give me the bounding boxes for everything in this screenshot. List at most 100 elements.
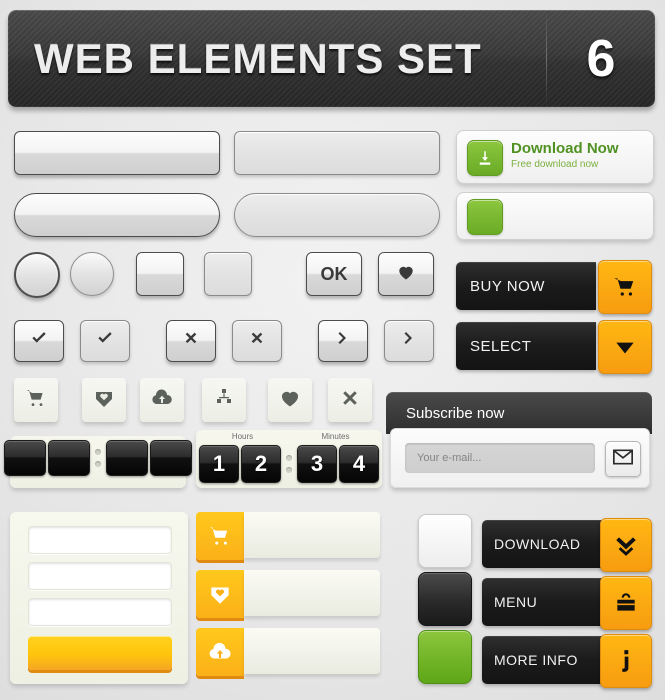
chevron-right-icon [400,329,418,353]
icon-tile-close[interactable] [328,378,372,422]
flip-counter-time: Hours Minutes 1 2 3 4 [196,430,382,488]
download-action-button[interactable]: DOWNLOAD [482,518,652,572]
form-field-1[interactable] [28,526,172,554]
subscribe-panel: Subscribe now Your e-mail... [386,392,652,488]
colon-separator [286,455,292,473]
orange-bar-cart[interactable] [196,512,380,560]
radio-button-glossy[interactable] [14,252,60,298]
close-button-glossy[interactable] [166,320,216,362]
checkbox-empty-glossy[interactable] [136,252,184,296]
basket-icon[interactable] [600,576,652,630]
orange-bar-body [244,512,380,558]
download-bar-empty[interactable] [456,192,654,240]
flip-digit [4,440,46,476]
cart-icon[interactable] [598,260,652,314]
checkbox-empty-matte[interactable] [204,252,252,296]
minutes-label: Minutes [321,432,350,441]
swatch-black[interactable] [418,572,472,626]
more-info-action-button[interactable]: MORE INFO [482,634,652,688]
close-icon [338,386,362,415]
flip-counter-labels: Hours Minutes [196,430,382,441]
icon-tile-sitemap[interactable] [202,378,246,422]
envelope-icon [613,449,633,470]
orange-bar-cloud-upload[interactable] [196,628,380,676]
menu-action-label: MENU [482,578,604,626]
radio-button-matte[interactable] [70,252,114,296]
swatch-green[interactable] [418,630,472,684]
close-icon [181,328,201,354]
check-icon [95,328,115,354]
download-action-label: DOWNLOAD [482,520,604,568]
form-panel [10,512,188,684]
email-input[interactable]: Your e-mail... [405,443,595,473]
ok-button-label: OK [320,263,348,284]
orange-bar-body [244,628,380,674]
check-button-glossy[interactable] [14,320,64,362]
icon-tile-heart[interactable] [268,378,312,422]
select-label: SELECT [456,322,596,370]
heart-icon [396,262,416,287]
buy-now-button[interactable]: BUY NOW [456,260,652,314]
flip-counter-digits: 1 2 3 4 [196,441,382,483]
subscribe-body: Your e-mail... [390,428,650,488]
heart-download-icon [196,570,244,618]
subscribe-submit-button[interactable] [605,441,641,477]
colon-separator [95,449,101,467]
favorite-button[interactable] [378,252,434,296]
blank-button-pill-matte[interactable] [234,193,440,237]
download-title: Download Now [511,140,619,157]
next-button-glossy[interactable] [318,320,368,362]
buy-now-label: BUY NOW [456,262,596,310]
info-icon[interactable] [600,634,652,688]
blank-button-rect-glossy[interactable] [14,131,220,175]
page-title: WEB ELEMENTS SET [34,34,482,82]
cloud-upload-icon [150,386,174,415]
menu-action-button[interactable]: MENU [482,576,652,630]
header-set-number: 6 [586,29,616,88]
minutes-digit: 3 [297,445,337,483]
icon-tile-cart[interactable] [14,378,58,422]
hours-digit: 2 [241,445,281,483]
flip-counter-digits [4,436,192,476]
cloud-upload-icon [196,628,244,676]
caret-down-icon[interactable] [598,320,652,374]
flip-counter-blank [4,436,192,488]
hours-digit: 1 [199,445,239,483]
minutes-digit: 4 [339,445,379,483]
cart-icon [196,512,244,560]
form-field-3[interactable] [28,598,172,626]
form-field-2[interactable] [28,562,172,590]
sitemap-icon [212,386,236,415]
close-button-matte[interactable] [232,320,282,362]
flip-digit [150,440,192,476]
blank-button-rect-matte[interactable] [234,131,440,175]
double-chevron-down-icon[interactable] [600,518,652,572]
download-now-button[interactable]: Download Now Free download now [456,130,654,184]
select-button[interactable]: SELECT [456,320,652,374]
chevron-right-icon [334,329,352,353]
flip-digit [106,440,148,476]
heart-icon [278,386,302,415]
close-icon [247,328,267,354]
form-submit-button[interactable] [28,636,172,670]
swatch-white[interactable] [418,514,472,568]
orange-bar-heart-download[interactable] [196,570,380,618]
heart-download-icon [92,386,116,415]
icon-tile-heart-download[interactable] [82,378,126,422]
blank-button-pill-glossy[interactable] [14,193,220,237]
icon-tile-cloud-upload[interactable] [140,378,184,422]
ok-button[interactable]: OK [306,252,362,296]
cart-icon [24,386,48,415]
check-button-matte[interactable] [80,320,130,362]
check-icon [29,328,49,354]
hours-label: Hours [231,432,254,441]
header-banner: WEB ELEMENTS SET 6 [8,10,655,107]
download-icon [467,140,503,176]
more-info-action-label: MORE INFO [482,636,604,684]
elements-canvas: WEB ELEMENTS SET 6 OK Hours Minutes 1 2 … [0,0,665,700]
next-button-matte[interactable] [384,320,434,362]
download-subtitle: Free download now [511,159,599,170]
flip-digit [48,440,90,476]
green-square-icon [467,199,503,235]
orange-bar-body [244,570,380,616]
